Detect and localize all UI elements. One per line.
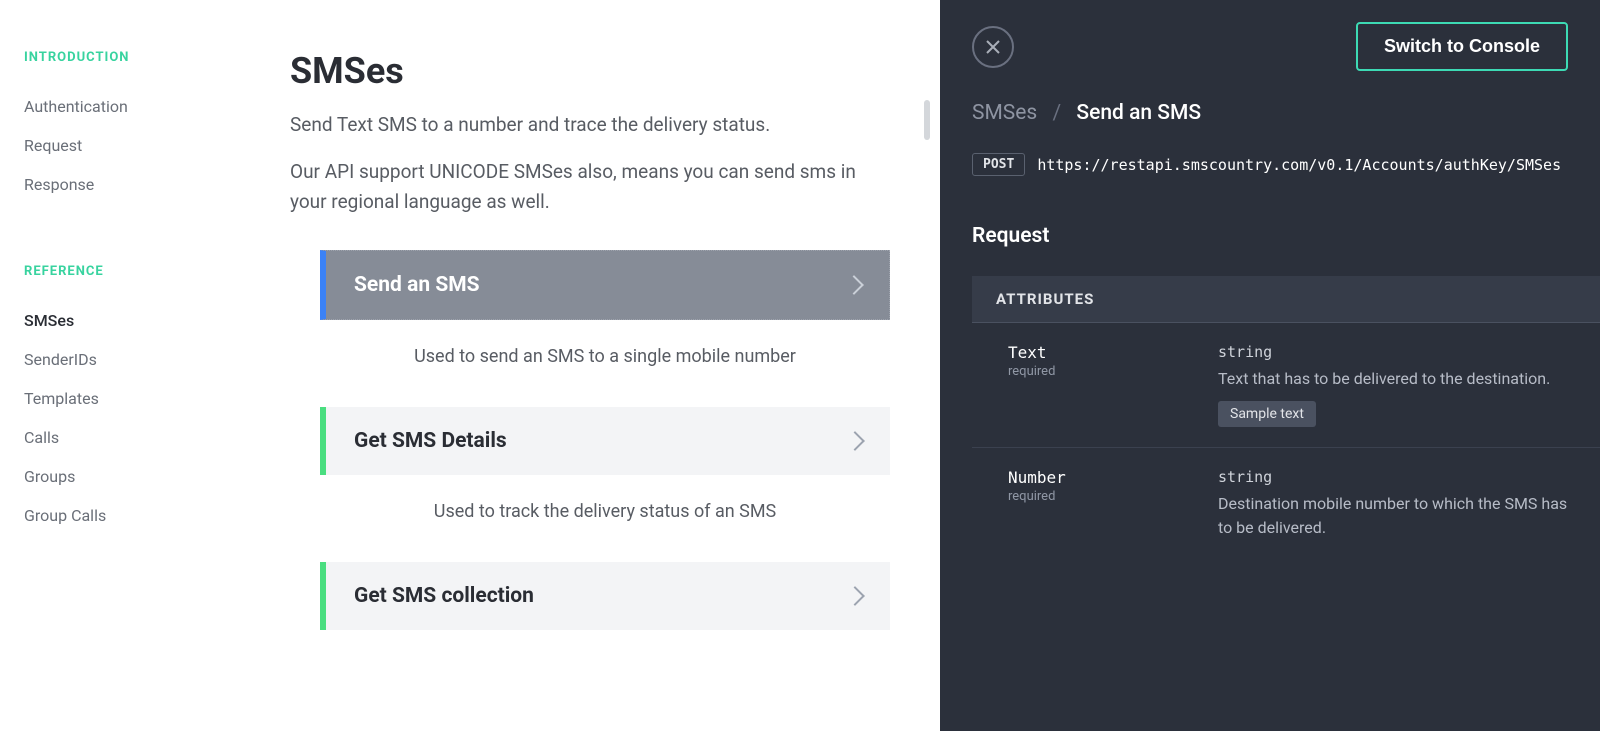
attribute-name: Number xyxy=(1008,468,1188,487)
sidebar-list-introduction: Authentication Request Response xyxy=(24,87,260,204)
scrollbar[interactable] xyxy=(924,100,930,140)
sidebar-list-reference: SMSes SenderIDs Templates Calls Groups G… xyxy=(24,301,260,535)
sidebar-item-senderids[interactable]: SenderIDs xyxy=(24,340,260,379)
breadcrumb: SMSes / Send an SMS xyxy=(940,101,1600,153)
page-intro-2: Our API support UNICODE SMSes also, mean… xyxy=(290,157,890,216)
attribute-description: Text that has to be delivered to the des… xyxy=(1218,367,1576,391)
breadcrumb-separator: / xyxy=(1052,101,1061,125)
endpoint-title: Get SMS collection xyxy=(354,584,534,608)
sidebar-nav: INTRODUCTION Authentication Request Resp… xyxy=(0,0,260,731)
endpoint-card-get-sms-details[interactable]: Get SMS Details xyxy=(320,407,890,475)
sidebar-item-templates[interactable]: Templates xyxy=(24,379,260,418)
endpoint-title: Get SMS Details xyxy=(354,429,507,453)
attribute-sample: Sample text xyxy=(1218,401,1316,427)
attributes-box: ATTRIBUTES Text required string Text tha… xyxy=(972,276,1600,570)
sidebar-item-smses[interactable]: SMSes xyxy=(24,301,260,340)
main-content: SMSes Send Text SMS to a number and trac… xyxy=(260,0,940,731)
page-intro-1: Send Text SMS to a number and trace the … xyxy=(290,110,890,139)
endpoint-title: Send an SMS xyxy=(354,273,480,297)
sidebar-item-response[interactable]: Response xyxy=(24,165,260,204)
sidebar-item-calls[interactable]: Calls xyxy=(24,418,260,457)
attributes-header: ATTRIBUTES xyxy=(972,276,1600,323)
sidebar-section-introduction: INTRODUCTION xyxy=(24,50,260,65)
switch-to-console-button[interactable]: Switch to Console xyxy=(1356,22,1568,71)
sidebar-item-groups[interactable]: Groups xyxy=(24,457,260,496)
endpoint-url: https://restapi.smscountry.com/v0.1/Acco… xyxy=(1037,156,1561,174)
page-title: SMSes xyxy=(290,50,890,92)
http-method-badge: POST xyxy=(972,153,1025,176)
close-icon xyxy=(985,39,1001,55)
attribute-row-text: Text required string Text that has to be… xyxy=(972,323,1600,448)
endpoint-line: POST https://restapi.smscountry.com/v0.1… xyxy=(940,153,1600,224)
chevron-right-icon xyxy=(845,431,865,451)
endpoint-card-send-sms[interactable]: Send an SMS xyxy=(320,250,890,320)
attribute-row-number: Number required string Destination mobil… xyxy=(972,448,1600,570)
sidebar-item-group-calls[interactable]: Group Calls xyxy=(24,496,260,535)
attribute-required: required xyxy=(1008,364,1188,379)
panel-header: Switch to Console xyxy=(940,0,1600,101)
attribute-required: required xyxy=(1008,489,1188,504)
chevron-right-icon xyxy=(844,275,864,295)
endpoint-card-get-sms-collection[interactable]: Get SMS collection xyxy=(320,562,890,630)
detail-panel: Switch to Console SMSes / Send an SMS PO… xyxy=(940,0,1600,731)
chevron-right-icon xyxy=(845,586,865,606)
attribute-type: string xyxy=(1218,343,1576,361)
breadcrumb-parent[interactable]: SMSes xyxy=(972,101,1037,125)
attribute-name: Text xyxy=(1008,343,1188,362)
sidebar-section-reference: REFERENCE xyxy=(24,264,260,279)
request-section-title: Request xyxy=(940,224,1600,276)
attribute-type: string xyxy=(1218,468,1576,486)
endpoint-list: Send an SMS Used to send an SMS to a sin… xyxy=(290,250,890,630)
endpoint-desc: Used to track the delivery status of an … xyxy=(320,475,890,562)
attribute-description: Destination mobile number to which the S… xyxy=(1218,492,1576,540)
sidebar-item-authentication[interactable]: Authentication xyxy=(24,87,260,126)
breadcrumb-current: Send an SMS xyxy=(1076,101,1201,125)
sidebar-item-request[interactable]: Request xyxy=(24,126,260,165)
close-button[interactable] xyxy=(972,26,1014,68)
endpoint-desc: Used to send an SMS to a single mobile n… xyxy=(320,320,890,407)
